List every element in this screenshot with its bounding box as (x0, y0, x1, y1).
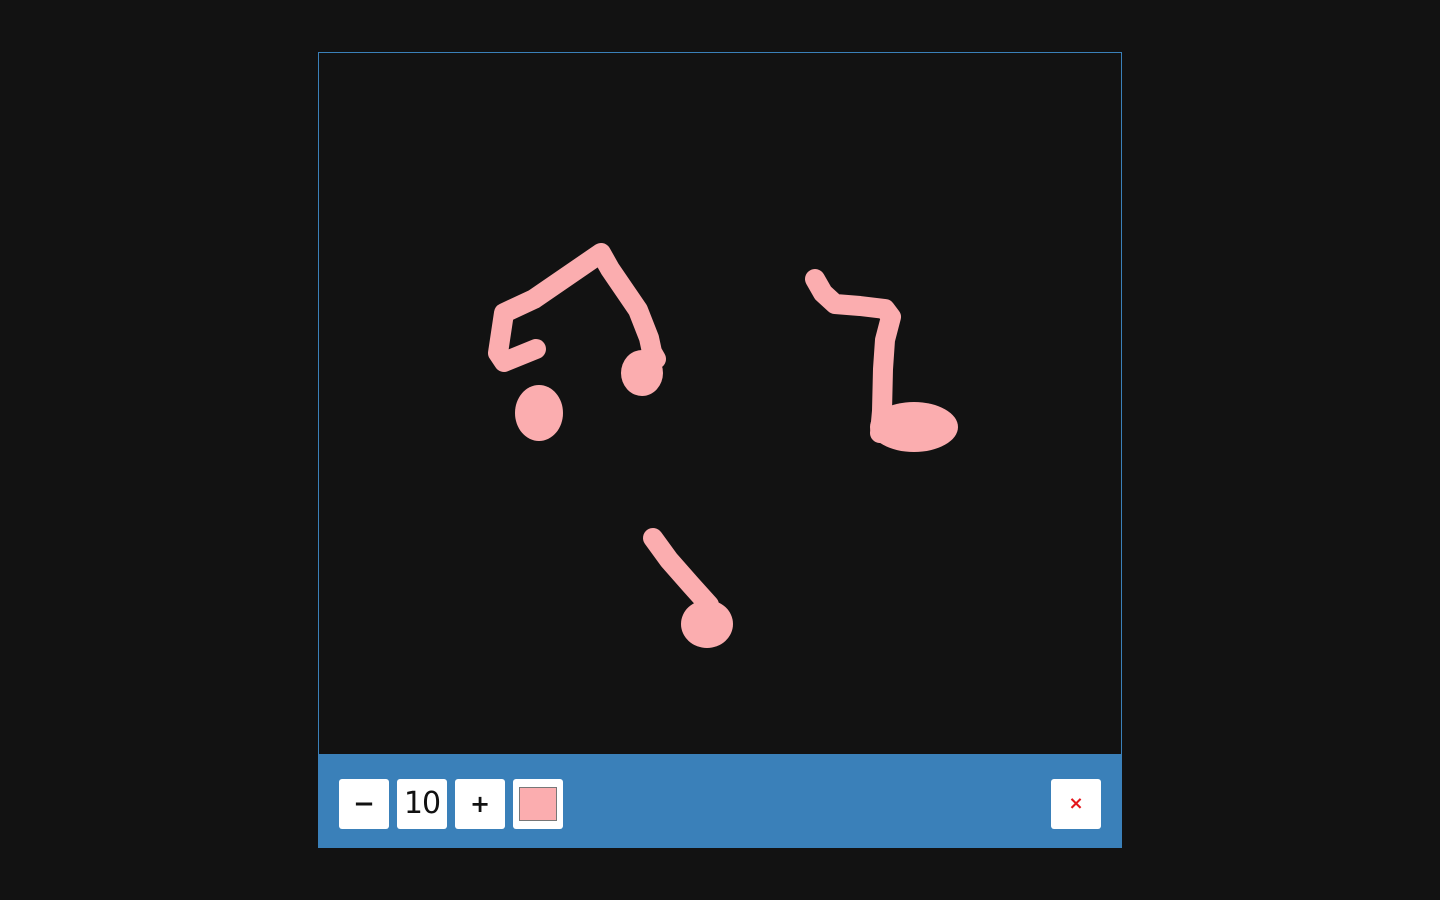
note-head-bottom (681, 600, 733, 648)
brush-size-value: 10 (403, 786, 441, 821)
note-head-left (515, 385, 563, 441)
increase-size-button[interactable]: + (455, 779, 505, 829)
beamed-note-stroke (488, 243, 666, 372)
brush-size-display: 10 (397, 779, 447, 829)
drawing-app: − 10 + × (318, 52, 1122, 848)
quarter-note-stroke (643, 528, 719, 615)
toolbar: − 10 + × (318, 754, 1122, 848)
note-head-right (870, 402, 958, 452)
minus-icon: − (353, 789, 375, 819)
close-icon: × (1068, 793, 1084, 814)
color-picker-button[interactable] (513, 779, 563, 829)
color-swatch (519, 787, 557, 821)
note-head-middle (621, 350, 663, 396)
canvas-drawing (488, 243, 958, 648)
flagged-note-stroke (805, 269, 901, 443)
plus-icon: + (469, 790, 491, 818)
drawing-canvas[interactable] (318, 52, 1122, 754)
clear-canvas-button[interactable]: × (1051, 779, 1101, 829)
decrease-size-button[interactable]: − (339, 779, 389, 829)
